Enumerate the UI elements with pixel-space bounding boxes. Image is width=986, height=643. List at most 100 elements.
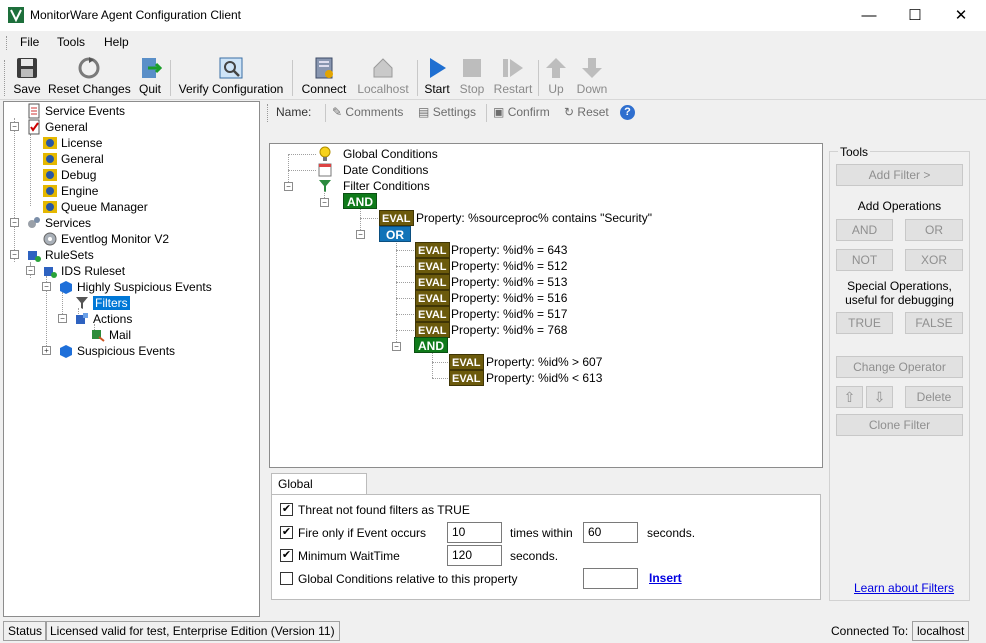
not-button[interactable]: NOT — [836, 249, 893, 271]
filter-conditions-node[interactable]: Filter Conditions — [317, 178, 430, 194]
change-operator-button[interactable]: Change Operator — [836, 356, 963, 378]
relative-property-checkbox[interactable] — [280, 572, 293, 585]
and-operator-node[interactable]: AND — [414, 337, 448, 353]
tree-item-eventlog-monitor[interactable]: Eventlog Monitor V2 — [42, 231, 169, 247]
clone-filter-button[interactable]: Clone Filter — [836, 414, 963, 436]
expand-actions-toggle[interactable]: − — [58, 314, 67, 323]
localhost-button[interactable]: Localhost — [355, 56, 411, 98]
expand-and-toggle[interactable]: − — [320, 198, 329, 207]
fire-only-checkbox[interactable]: ✔ — [280, 526, 293, 539]
tree-item-highly-suspicious-events[interactable]: Highly Suspicious Events — [58, 279, 212, 295]
move-up-button[interactable]: Up — [544, 56, 568, 98]
expand-services-toggle[interactable]: − — [10, 218, 19, 227]
verify-configuration-button[interactable]: Verify Configuration — [176, 56, 286, 98]
eval-badge[interactable]: EVAL — [415, 274, 450, 290]
eval-badge[interactable]: EVAL — [415, 322, 450, 338]
restart-button[interactable]: Restart — [492, 56, 534, 98]
date-conditions-node[interactable]: Date Conditions — [317, 162, 428, 178]
tree-item-services[interactable]: Services — [26, 215, 91, 231]
reset-changes-button[interactable]: Reset Changes — [48, 56, 131, 98]
settings-button[interactable]: ▤ Settings — [418, 105, 476, 119]
eval-property-text[interactable]: Property: %id% = 516 — [451, 290, 567, 306]
eval-property-text[interactable]: Property: %id% = 643 — [451, 242, 567, 258]
comments-button[interactable]: ✎ Comments — [332, 105, 403, 119]
tree-item-general[interactable]: General — [26, 119, 88, 135]
tree-item-ids-ruleset[interactable]: IDS Ruleset — [42, 263, 125, 279]
insert-link[interactable]: Insert — [649, 571, 682, 585]
eval-badge[interactable]: EVAL — [449, 370, 484, 386]
start-button[interactable]: Start — [423, 56, 451, 98]
confirm-button[interactable]: ▣ Confirm — [493, 105, 550, 119]
tree-item-label: Filters — [93, 296, 130, 310]
minimize-button[interactable]: — — [846, 0, 892, 31]
tab-global-conditions[interactable]: Global Conditions — [271, 473, 367, 511]
and-button[interactable]: AND — [836, 219, 893, 241]
tree-item-rulesets[interactable]: RuleSets — [26, 247, 94, 263]
eval-badge[interactable]: EVAL — [415, 290, 450, 306]
tree-item-actions[interactable]: Actions — [74, 311, 132, 327]
and-operator-node[interactable]: AND — [343, 193, 377, 209]
eval-property-text[interactable]: Property: %id% = 517 — [451, 306, 567, 322]
global-conditions-node[interactable]: Global Conditions — [317, 146, 438, 162]
move-down-arrow-icon[interactable]: ⇩ — [866, 386, 893, 408]
connect-button[interactable]: Connect — [300, 56, 348, 98]
tree-item-debug[interactable]: Debug — [42, 167, 96, 183]
save-label: Save — [13, 82, 41, 96]
relative-property-input[interactable] — [583, 568, 638, 589]
add-filter-button[interactable]: Add Filter > — [836, 164, 963, 186]
close-button[interactable]: ✕ — [938, 0, 984, 31]
eval-badge[interactable]: EVAL — [415, 242, 450, 258]
tree-item-suspicious-events[interactable]: Suspicious Events — [58, 343, 175, 359]
expand-general-toggle[interactable]: − — [10, 122, 19, 131]
minimum-waittime-checkbox[interactable]: ✔ — [280, 549, 293, 562]
false-button[interactable]: FALSE — [905, 312, 963, 334]
expand-suspicious-toggle[interactable]: + — [42, 346, 51, 355]
tree-item-general-settings[interactable]: General — [42, 151, 104, 167]
tree-item-service-events[interactable]: Service Events — [26, 103, 125, 119]
maximize-button[interactable]: ☐ — [892, 0, 938, 31]
reset-button[interactable]: ↻ Reset — [564, 105, 609, 119]
configuration-tree[interactable]: − − − − − − + Service Events General Lic… — [3, 101, 260, 617]
eval-property-text[interactable]: Property: %id% < 613 — [486, 370, 602, 386]
or-button[interactable]: OR — [905, 219, 963, 241]
help-icon[interactable]: ? — [620, 105, 635, 120]
seconds-input[interactable]: 60 — [583, 522, 638, 543]
expand-ids-ruleset-toggle[interactable]: − — [26, 266, 35, 275]
eval-property-text[interactable]: Property: %id% = 512 — [451, 258, 567, 274]
expand-or-toggle[interactable]: − — [356, 230, 365, 239]
quit-button[interactable]: Quit — [136, 56, 164, 98]
stop-button[interactable]: Stop — [458, 56, 486, 98]
xor-button[interactable]: XOR — [905, 249, 963, 271]
expand-rulesets-toggle[interactable]: − — [10, 250, 19, 259]
eval-property-text[interactable]: Property: %id% > 607 — [486, 354, 602, 370]
learn-about-filters-link[interactable]: Learn about Filters — [854, 581, 954, 595]
eval-badge[interactable]: EVAL — [415, 258, 450, 274]
eval-property-text[interactable]: Property: %id% = 513 — [451, 274, 567, 290]
eval-badge[interactable]: EVAL — [379, 210, 414, 226]
menu-file[interactable]: File — [20, 35, 39, 49]
connect-label: Connect — [301, 82, 347, 96]
eval-badge[interactable]: EVAL — [415, 306, 450, 322]
true-button[interactable]: TRUE — [836, 312, 893, 334]
expand-nested-and-toggle[interactable]: − — [392, 342, 401, 351]
tree-item-mail[interactable]: Mail — [90, 327, 131, 343]
save-button[interactable]: Save — [12, 56, 42, 98]
eval-property-text[interactable]: Property: %id% = 768 — [451, 322, 567, 338]
expand-highly-suspicious-toggle[interactable]: − — [42, 282, 51, 291]
tree-item-license[interactable]: License — [42, 135, 102, 151]
move-up-arrow-icon[interactable]: ⇧ — [836, 386, 863, 408]
eval-property-text[interactable]: Property: %sourceproc% contains "Securit… — [416, 210, 652, 226]
tree-item-filters[interactable]: Filters — [74, 295, 130, 311]
tree-item-engine[interactable]: Engine — [42, 183, 98, 199]
threat-not-found-checkbox[interactable]: ✔ — [280, 503, 293, 516]
fire-count-input[interactable]: 10 — [447, 522, 502, 543]
minimum-waittime-input[interactable]: 120 — [447, 545, 502, 566]
tree-item-queue-manager[interactable]: Queue Manager — [42, 199, 148, 215]
menu-help[interactable]: Help — [104, 35, 129, 49]
eval-badge[interactable]: EVAL — [449, 354, 484, 370]
expand-filter-conditions-toggle[interactable]: − — [284, 182, 293, 191]
or-operator-node[interactable]: OR — [379, 226, 411, 242]
menu-tools[interactable]: Tools — [57, 35, 85, 49]
delete-button[interactable]: Delete — [905, 386, 963, 408]
move-down-button[interactable]: Down — [575, 56, 609, 98]
